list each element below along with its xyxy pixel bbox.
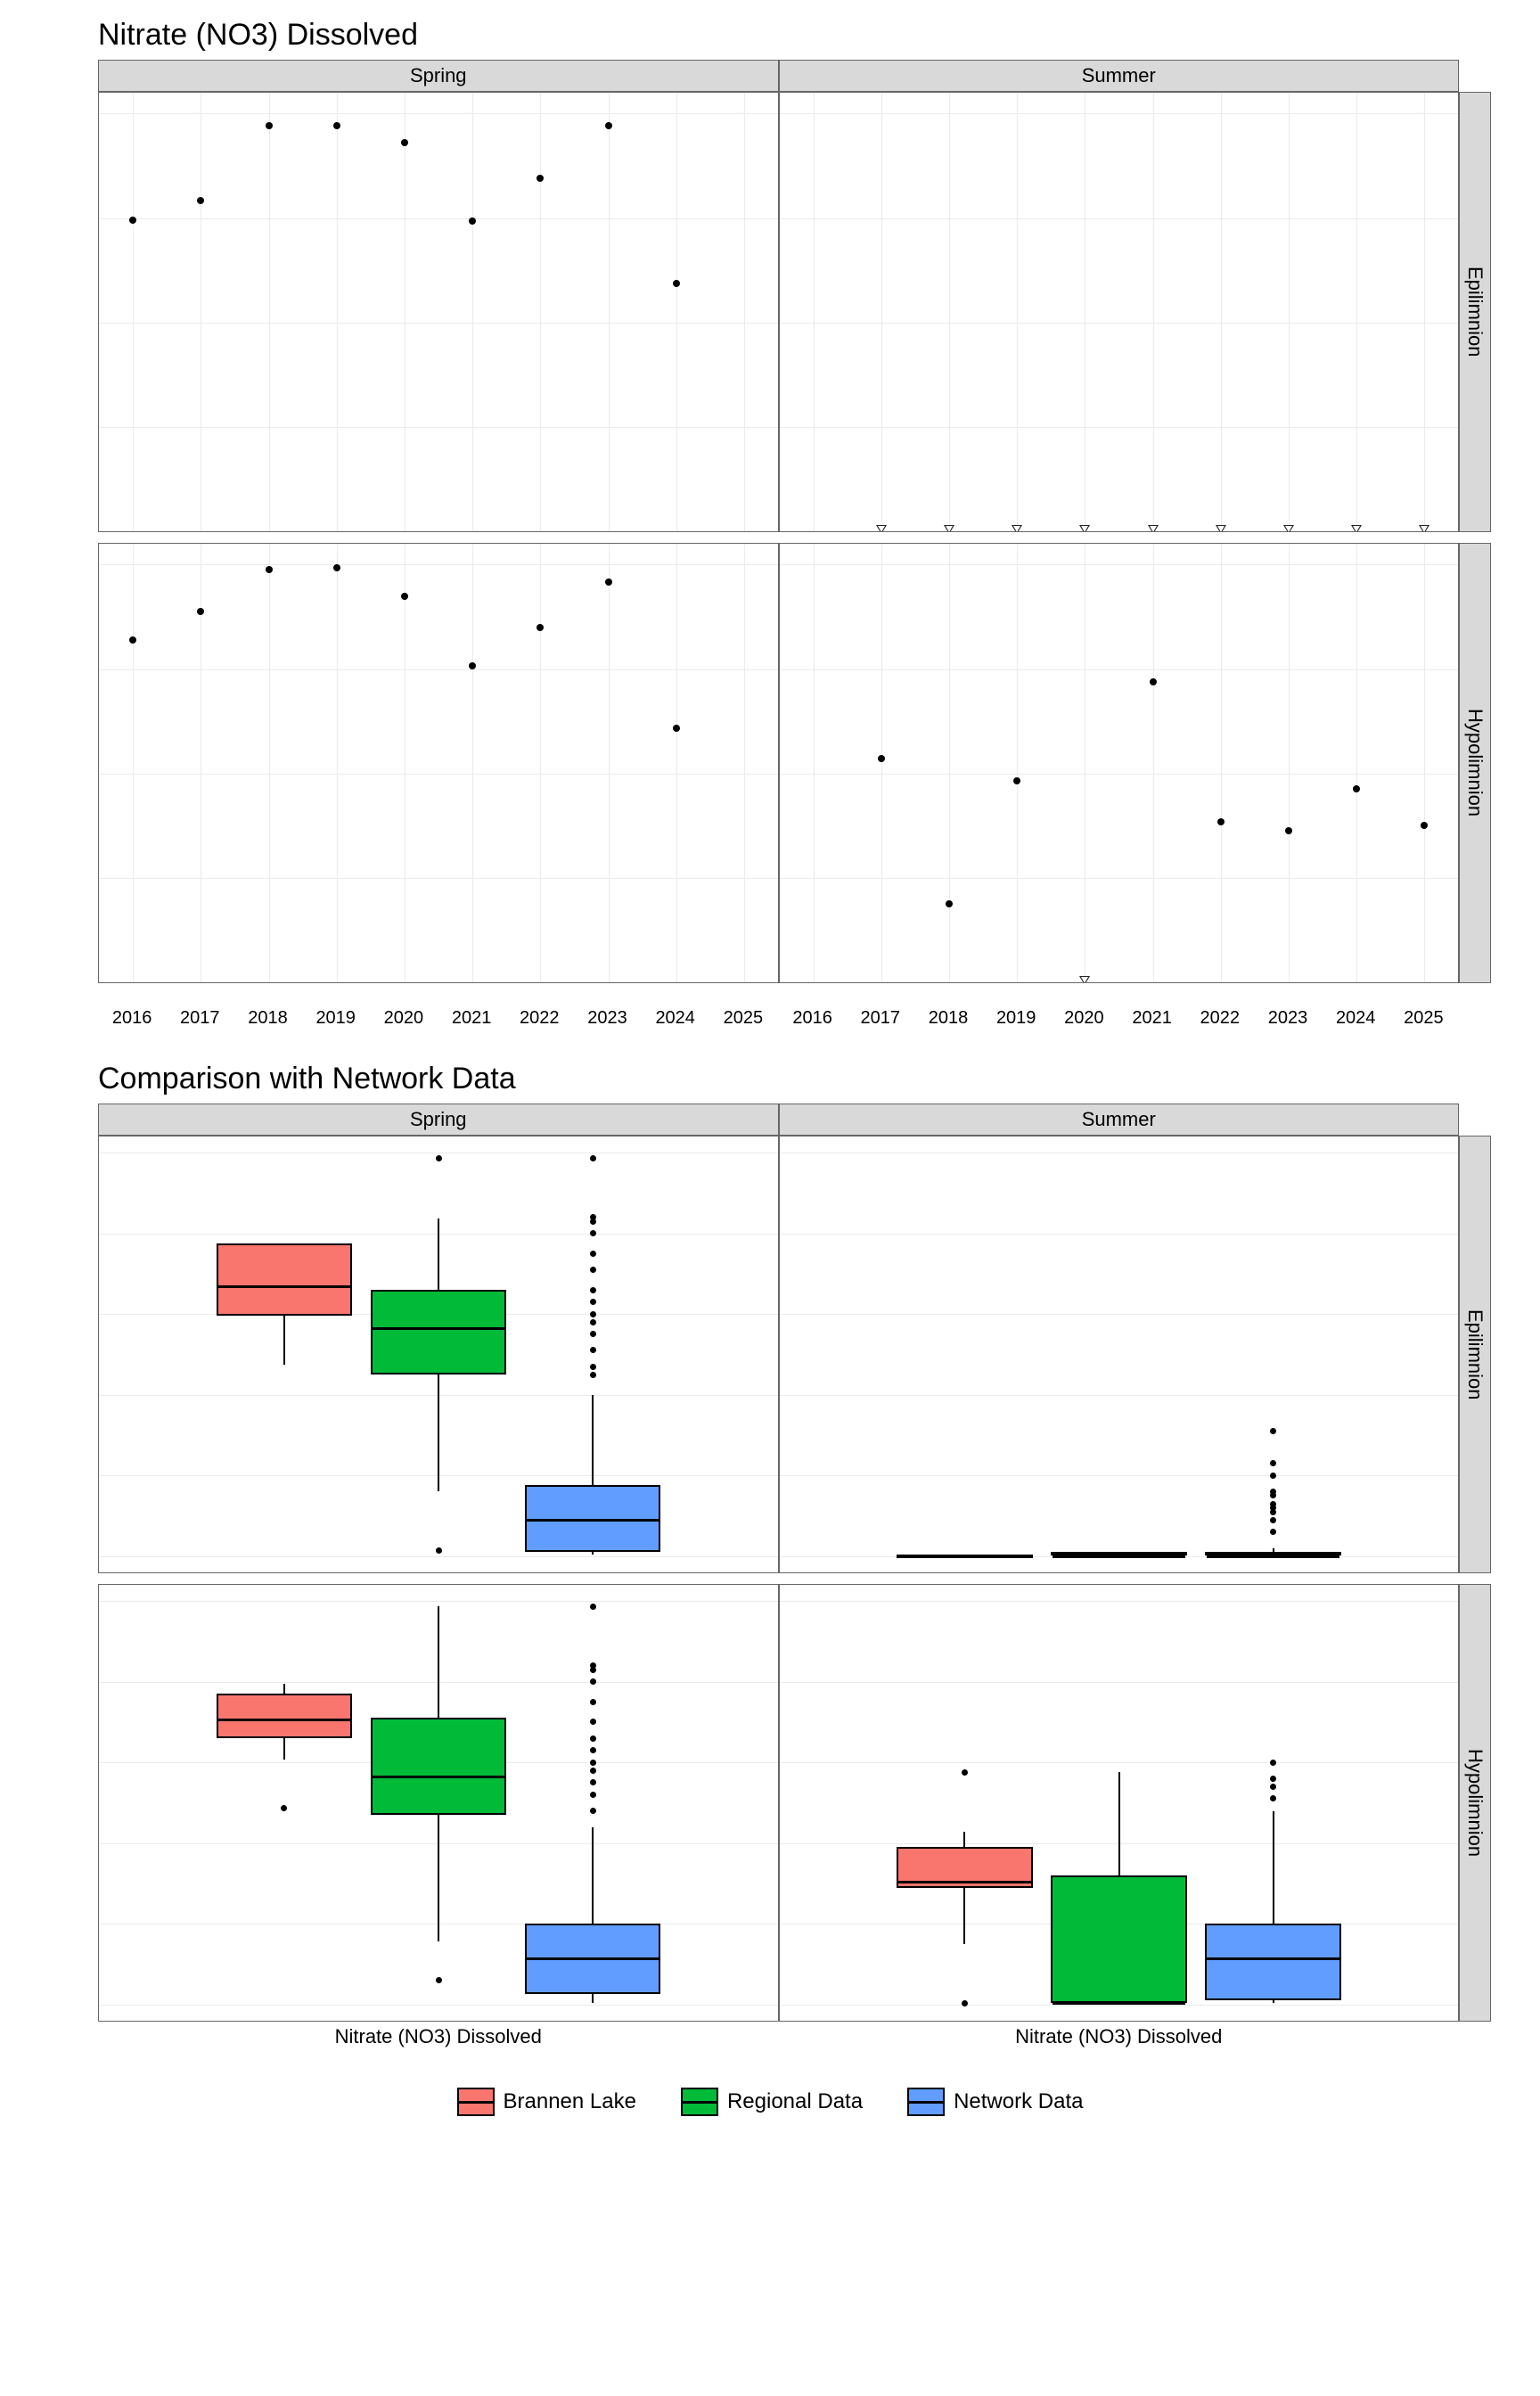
strip2-epi: Epilimnion — [1459, 1136, 1491, 1573]
data-point — [1421, 822, 1428, 829]
data-point — [876, 525, 887, 532]
legend-swatch-regional — [681, 2088, 718, 2116]
legend: Brannen Lake Regional Data Network Data — [36, 2088, 1504, 2116]
boxplot-box — [897, 1555, 1032, 1558]
data-point — [605, 122, 612, 129]
chart2-title: Comparison with Network Data — [98, 1062, 1504, 1096]
data-point — [333, 564, 340, 571]
panel-summer-epi — [779, 92, 1460, 532]
data-point — [944, 525, 954, 532]
chart1-title: Nitrate (NO3) Dissolved — [98, 18, 1504, 53]
data-point — [1216, 525, 1226, 532]
strip-epi: Epilimnion — [1459, 92, 1491, 532]
data-point — [946, 900, 953, 907]
strip2-summer: Summer — [779, 1104, 1460, 1136]
panel-spring-epi: 0.00.10.20.30.4 — [98, 92, 779, 532]
boxplot-box — [217, 1243, 352, 1317]
scatter-facet-chart: Nitrate (NO3) Dissolved Result (mg/L) Sp… — [36, 18, 1504, 1035]
boxplot-box — [371, 1290, 506, 1374]
boxplot-box — [525, 1924, 660, 1994]
boxplot-box — [371, 1718, 506, 1815]
data-point — [1353, 785, 1360, 792]
chart1-xticks: 2016201720182019202020212022202320242025… — [98, 1005, 1459, 1035]
legend-swatch-brannen — [457, 2088, 495, 2116]
data-point — [469, 217, 476, 225]
boxplot-box — [1051, 1552, 1186, 1555]
data-point — [266, 122, 273, 129]
chart2-xticks: Nitrate (NO3) Dissolved Nitrate (NO3) Di… — [98, 2022, 1459, 2052]
data-point — [1079, 525, 1090, 532]
data-point — [537, 624, 544, 631]
data-point — [878, 755, 885, 762]
data-point — [197, 608, 204, 615]
panel2-summer-epi — [779, 1136, 1460, 1573]
data-point — [129, 636, 136, 644]
boxplot-box — [1205, 1552, 1340, 1555]
panel2-spring-hypo: 0.00.10.20.30.40.5 — [98, 1584, 779, 2022]
boxplot-box — [897, 1847, 1032, 1887]
data-point — [266, 566, 273, 573]
legend-item-network: Network Data — [907, 2088, 1083, 2116]
data-point — [1217, 818, 1225, 825]
panel2-summer-hypo — [779, 1584, 1460, 2022]
strip-hypo: Hypolimnion — [1459, 543, 1491, 983]
data-point — [605, 578, 612, 586]
data-point — [1013, 777, 1020, 784]
legend-swatch-network — [907, 2088, 945, 2116]
data-point — [1148, 525, 1159, 532]
data-point — [1079, 976, 1090, 983]
legend-item-regional: Regional Data — [681, 2088, 863, 2116]
data-point — [129, 217, 136, 224]
panel-spring-hypo: 0.00.10.20.30.4 — [98, 543, 779, 983]
boxplot-box — [217, 1694, 352, 1738]
strip-spring: Spring — [98, 60, 779, 92]
data-point — [401, 139, 408, 146]
chart2-grid: Spring Summer 0.00.10.20.30.40.5 Epilimn… — [98, 1104, 1491, 2022]
data-point — [537, 175, 544, 182]
legend-item-brannen: Brannen Lake — [457, 2088, 636, 2116]
data-point — [673, 725, 680, 732]
data-point — [673, 280, 680, 287]
data-point — [333, 122, 340, 129]
boxplot-facet-chart: Comparison with Network Data Results (mg… — [36, 1062, 1504, 2116]
data-point — [1351, 525, 1362, 532]
strip2-hypo: Hypolimnion — [1459, 1584, 1491, 2022]
data-point — [401, 593, 408, 600]
strip2-spring: Spring — [98, 1104, 779, 1136]
chart1-grid: Spring Summer 0.00.10.20.30.4 Epilimnion… — [98, 60, 1491, 1005]
data-point — [1283, 525, 1294, 532]
data-point — [1419, 525, 1429, 532]
data-point — [1285, 827, 1292, 834]
data-point — [1012, 525, 1022, 532]
boxplot-box — [1051, 1875, 1186, 2003]
data-point — [1150, 678, 1157, 685]
strip-summer: Summer — [779, 60, 1460, 92]
data-point — [197, 197, 204, 204]
panel2-spring-epi: 0.00.10.20.30.40.5 — [98, 1136, 779, 1573]
panel-summer-hypo — [779, 543, 1460, 983]
boxplot-box — [525, 1485, 660, 1552]
boxplot-box — [1205, 1924, 1340, 2000]
